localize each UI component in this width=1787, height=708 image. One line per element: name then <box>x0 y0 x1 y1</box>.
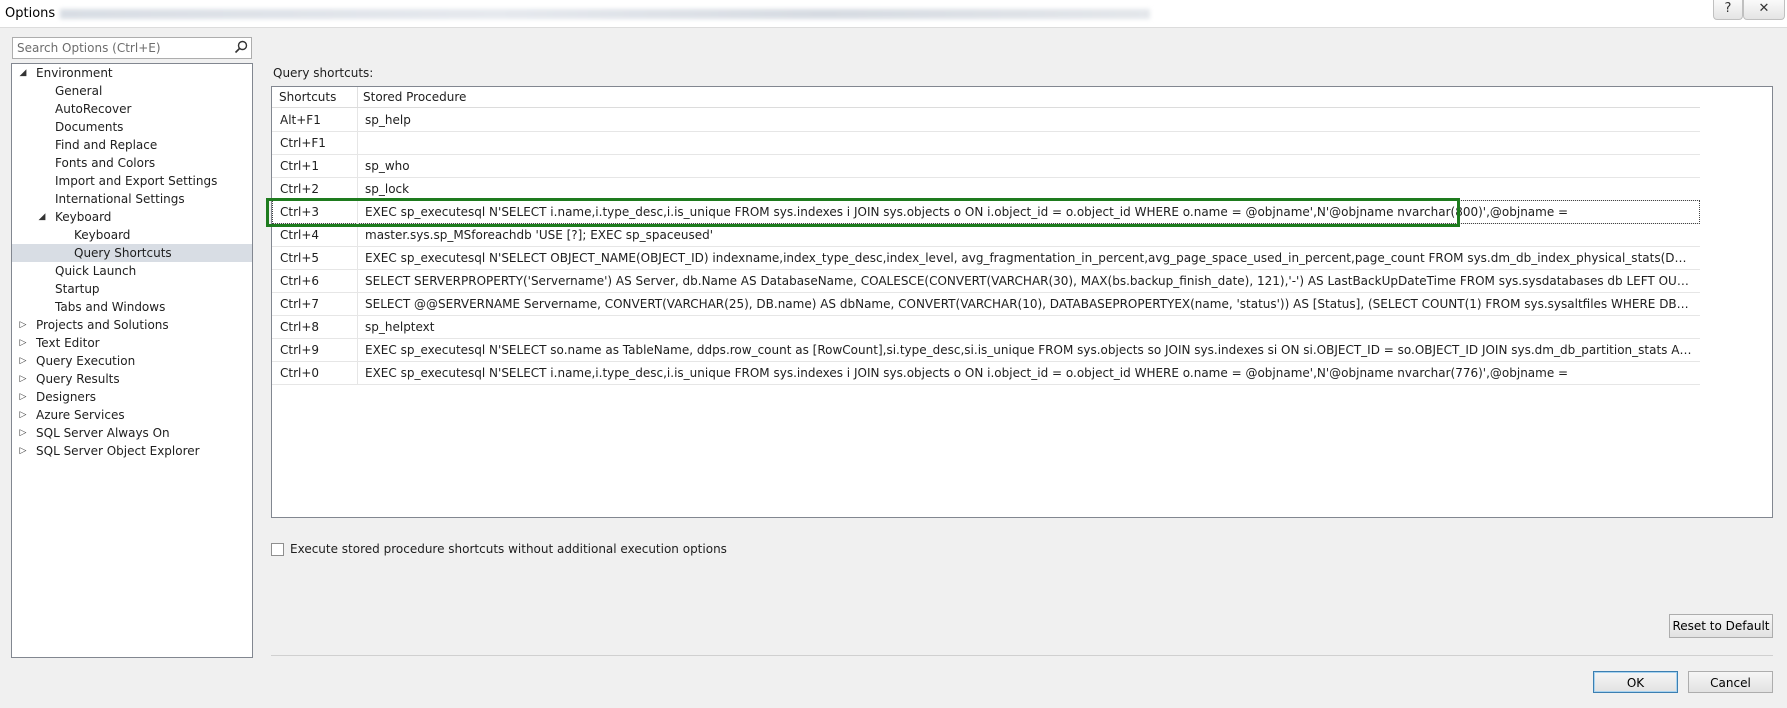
table-row[interactable]: Ctrl+0 EXEC sp_executesql N'SELECT i.name… <box>272 361 1700 385</box>
row-procedure[interactable]: EXEC sp_executesql N'SELECT i.name,i.typ… <box>365 205 1693 219</box>
tree-item-designers[interactable]: ▷ Designers <box>12 388 252 406</box>
help-button[interactable]: ? <box>1713 0 1743 20</box>
tree-item-general[interactable]: General <box>12 82 252 100</box>
row-procedure[interactable]: master.sys.sp_MSforeachdb 'USE [?]; EXEC… <box>365 228 1693 242</box>
row-shortcut: Ctrl+9 <box>280 343 320 357</box>
tree-item-international[interactable]: International Settings <box>12 190 252 208</box>
tree-item-object-explorer[interactable]: ▷ SQL Server Object Explorer <box>12 442 252 460</box>
expand-arrow-icon[interactable]: ▷ <box>17 316 29 334</box>
table-row[interactable]: Ctrl+2 sp_lock <box>272 177 1700 201</box>
table-row[interactable]: Ctrl+7 SELECT @@SERVERNAME Servername, CO… <box>272 292 1700 316</box>
tree-item-text-editor[interactable]: ▷ Text Editor <box>12 334 252 352</box>
row-shortcut: Ctrl+F1 <box>280 136 326 150</box>
table-row[interactable]: Ctrl+1 sp_who <box>272 154 1700 178</box>
row-procedure[interactable]: SELECT SERVERPROPERTY('Servername') AS S… <box>365 274 1693 288</box>
grid-header: Shortcuts Stored Procedure <box>272 87 1700 108</box>
column-header-procedure: Stored Procedure <box>363 90 467 104</box>
row-shortcut: Ctrl+5 <box>280 251 320 265</box>
ok-button[interactable]: OK <box>1593 671 1678 693</box>
tree-item-query-execution[interactable]: ▷ Query Execution <box>12 352 252 370</box>
collapse-arrow-icon[interactable]: ◢ <box>17 64 29 82</box>
execute-options-label[interactable]: Execute stored procedure shortcuts witho… <box>290 542 727 556</box>
column-separator <box>357 87 358 107</box>
tree-item-startup[interactable]: Startup <box>12 280 252 298</box>
expand-arrow-icon[interactable]: ▷ <box>17 424 29 442</box>
column-header-shortcut: Shortcuts <box>279 90 337 104</box>
tree-item-azure-services[interactable]: ▷ Azure Services <box>12 406 252 424</box>
collapse-arrow-icon[interactable]: ◢ <box>36 208 48 226</box>
tree-item-keyboard[interactable]: Keyboard <box>12 226 252 244</box>
table-row[interactable]: Ctrl+4 master.sys.sp_MSforeachdb 'USE [?]… <box>272 223 1700 247</box>
tree-item-import-export[interactable]: Import and Export Settings <box>12 172 252 190</box>
tree-item-query-shortcuts[interactable]: Query Shortcuts <box>12 244 252 262</box>
tree-item-query-results[interactable]: ▷ Query Results <box>12 370 252 388</box>
reset-to-default-button[interactable]: Reset to Default <box>1669 614 1773 638</box>
window-title: Options <box>5 6 56 21</box>
row-shortcut: Ctrl+1 <box>280 159 320 173</box>
blurred-region <box>60 9 1150 19</box>
expand-arrow-icon[interactable]: ▷ <box>17 406 29 424</box>
tree-item-keyboard-group[interactable]: ◢ Keyboard <box>12 208 252 226</box>
tree-item-tabs-windows[interactable]: Tabs and Windows <box>12 298 252 316</box>
row-procedure[interactable]: sp_help <box>365 113 1693 127</box>
shortcuts-grid[interactable]: Shortcuts Stored Procedure Alt+F1 sp_help… <box>271 86 1773 518</box>
tree-item-projects-solutions[interactable]: ▷ Projects and Solutions <box>12 316 252 334</box>
table-row[interactable]: Ctrl+6 SELECT SERVERPROPERTY('Servername'… <box>272 269 1700 293</box>
tree-item-fonts-colors[interactable]: Fonts and Colors <box>12 154 252 172</box>
expand-arrow-icon[interactable]: ▷ <box>17 370 29 388</box>
row-shortcut: Ctrl+7 <box>280 297 320 311</box>
row-shortcut: Ctrl+3 <box>280 205 320 219</box>
tree-item-autorecover[interactable]: AutoRecover <box>12 100 252 118</box>
expand-arrow-icon[interactable]: ▷ <box>17 334 29 352</box>
expand-arrow-icon[interactable]: ▷ <box>17 388 29 406</box>
table-row[interactable]: Alt+F1 sp_help <box>272 108 1700 132</box>
row-shortcut: Ctrl+0 <box>280 366 320 380</box>
expand-arrow-icon[interactable]: ▷ <box>17 442 29 460</box>
row-procedure[interactable]: EXEC sp_executesql N'SELECT OBJECT_NAME(… <box>365 251 1693 265</box>
tree-item-environment[interactable]: ◢ Environment <box>12 64 252 82</box>
row-procedure[interactable]: sp_lock <box>365 182 1693 196</box>
row-procedure[interactable]: sp_who <box>365 159 1693 173</box>
expand-arrow-icon[interactable]: ▷ <box>17 352 29 370</box>
table-row[interactable]: Ctrl+5 EXEC sp_executesql N'SELECT OBJECT… <box>272 246 1700 270</box>
options-tree[interactable]: ◢ Environment General AutoRecover Docume… <box>11 63 253 658</box>
table-row[interactable]: Ctrl+9 EXEC sp_executesql N'SELECT so.nam… <box>272 338 1700 362</box>
search-placeholder: Search Options (Ctrl+E) <box>17 41 161 55</box>
cancel-button[interactable]: Cancel <box>1688 671 1773 693</box>
row-shortcut: Ctrl+6 <box>280 274 320 288</box>
row-procedure[interactable]: sp_helptext <box>365 320 1693 334</box>
row-procedure[interactable]: EXEC sp_executesql N'SELECT i.name,i.typ… <box>365 366 1693 380</box>
title-bar: Options ? ✕ <box>0 0 1787 28</box>
search-input[interactable]: Search Options (Ctrl+E) <box>12 37 252 59</box>
row-shortcut: Ctrl+2 <box>280 182 320 196</box>
row-shortcut: Ctrl+4 <box>280 228 320 242</box>
tree-item-always-on[interactable]: ▷ SQL Server Always On <box>12 424 252 442</box>
section-label: Query shortcuts: <box>273 66 374 80</box>
table-row[interactable]: Ctrl+8 sp_helptext <box>272 315 1700 339</box>
divider <box>271 655 1773 656</box>
search-icon <box>234 40 248 54</box>
table-row[interactable]: Ctrl+F1 <box>272 131 1700 155</box>
execute-options-checkbox[interactable] <box>271 543 284 556</box>
row-shortcut: Alt+F1 <box>280 113 321 127</box>
tree-item-quick-launch[interactable]: Quick Launch <box>12 262 252 280</box>
row-procedure[interactable]: SELECT @@SERVERNAME Servername, CONVERT(… <box>365 297 1693 311</box>
close-button[interactable]: ✕ <box>1743 0 1785 20</box>
row-shortcut: Ctrl+8 <box>280 320 320 334</box>
table-row-selected[interactable]: Ctrl+3 EXEC sp_executesql N'SELECT i.name… <box>272 200 1700 224</box>
tree-item-find-replace[interactable]: Find and Replace <box>12 136 252 154</box>
row-procedure[interactable]: EXEC sp_executesql N'SELECT so.name as T… <box>365 343 1693 357</box>
tree-item-documents[interactable]: Documents <box>12 118 252 136</box>
